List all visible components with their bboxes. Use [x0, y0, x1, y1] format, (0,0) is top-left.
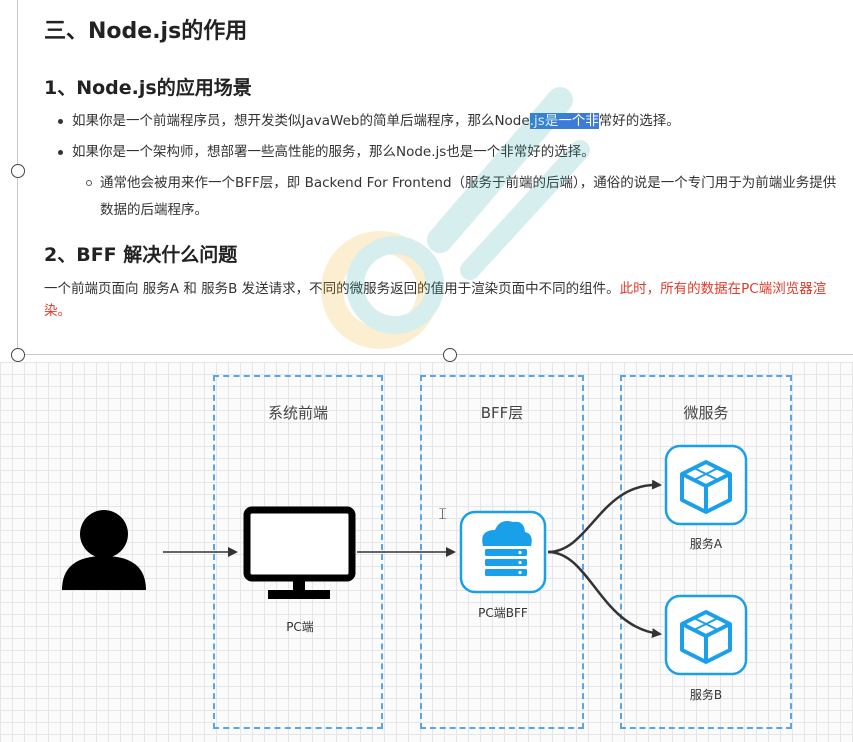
bff-label: PC端BFF [478, 606, 528, 620]
bff-paragraph: 一个前端页面向 服务A 和 服务B 发送请求，不同的微服务返回的值用于渲染页面中… [44, 281, 827, 297]
resize-handle-bottom-center[interactable] [443, 348, 457, 362]
sub-bullet-ring [86, 180, 92, 186]
service-b-cube-icon [664, 594, 748, 676]
service-b-label: 服务B [689, 688, 723, 702]
bullet-item-2: 如果你是一个架构师，想部署一些高性能的服务，那么Node.js也是一个非常好的选… [58, 139, 595, 166]
pc-label: PC端 [286, 620, 314, 634]
diagram-graphics [62, 444, 748, 676]
bullet-item-1: 如果你是一个前端程序员，想开发类似JavaWeb的简单后端程序，那么Node.j… [58, 108, 680, 135]
sub-bullet-item: 通常他会被用来作一个BFF层，即 Backend For Frontend（服务… [86, 170, 852, 224]
resize-handle-bottom-left[interactable] [11, 348, 25, 362]
user-icon [62, 510, 146, 590]
service-a-cube-icon [664, 444, 748, 526]
bff-architecture-diagram: 系统前端 BFF层 微服务 PC端 PC端BFF 服务A 服务B 𝙸 [0, 362, 853, 742]
arrow-bff-to-service-b [547, 550, 662, 639]
text-cursor-icon: 𝙸 [437, 504, 449, 523]
cloud-server-icon [459, 510, 547, 594]
resize-handle-left[interactable] [11, 164, 25, 178]
bff-paragraph-continued: 染。 [44, 303, 71, 319]
subsection-title-1: 1、Node.js的应用场景 [44, 77, 252, 99]
arrow-bff-to-service-a [547, 479, 662, 554]
service-a-label: 服务A [689, 537, 723, 551]
document-bottom-border [17, 354, 853, 355]
document-section: 三、Node.js的作用 1、Node.js的应用场景 如果你是一个前端程序员，… [0, 0, 853, 362]
bullet-dot [58, 119, 63, 124]
bullet-dot [58, 150, 63, 155]
selected-text: .js是一个非 [529, 113, 599, 129]
subsection-title-2: 2、BFF 解决什么问题 [44, 244, 238, 266]
section-title: 三、Node.js的作用 [44, 19, 248, 44]
monitor-icon [243, 506, 356, 599]
